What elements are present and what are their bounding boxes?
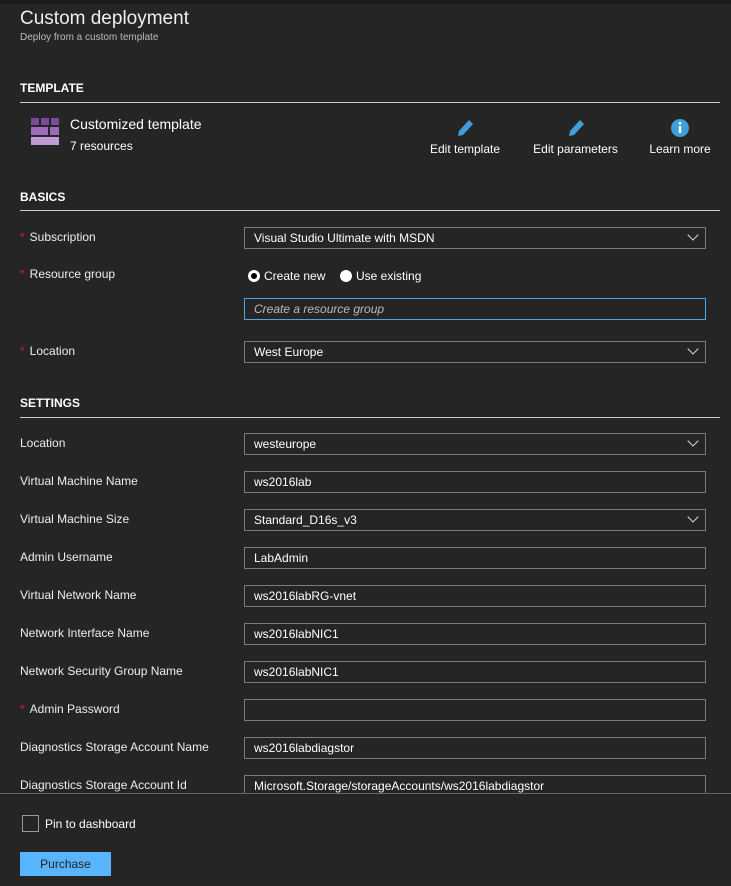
radio-use-existing[interactable]: Use existing [340, 269, 421, 283]
divider [20, 102, 720, 103]
page-subtitle: Deploy from a custom template [20, 32, 159, 43]
radio-create-new[interactable]: Create new [248, 269, 325, 283]
pin-label: Pin to dashboard [45, 817, 136, 831]
edit-parameters-button[interactable]: Edit parameters [528, 117, 623, 156]
learn-more-label: Learn more [649, 142, 711, 156]
template-resources: 7 resources [70, 139, 133, 153]
location-select[interactable]: West Europe [244, 341, 706, 363]
chevron-down-icon [687, 343, 699, 355]
diagnostics-storage-account-name-label: Diagnostics Storage Account Name [20, 740, 209, 754]
chevron-down-icon [687, 229, 699, 241]
diagnostics-storage-account-name-input[interactable]: ws2016labdiagstor [244, 737, 706, 759]
footer-divider [0, 793, 731, 794]
subscription-label: * Subscription [20, 230, 96, 244]
resource-group-label: * Resource group [20, 267, 116, 281]
edit-parameters-label: Edit parameters [533, 142, 618, 156]
radio-selected-icon [248, 270, 260, 282]
divider [20, 417, 720, 418]
divider [20, 210, 720, 211]
pin-checkbox[interactable] [22, 815, 39, 832]
network-security-group-name-input[interactable]: ws2016labNIC1 [244, 661, 706, 683]
edit-template-button[interactable]: Edit template [425, 117, 505, 156]
virtual-network-name-label: Virtual Network Name [20, 588, 137, 602]
pencil-icon [458, 120, 473, 136]
location-label: * Location [20, 344, 76, 358]
admin-username-input[interactable]: LabAdmin [244, 547, 706, 569]
template-icon [31, 118, 59, 145]
location-select[interactable]: westeurope [244, 433, 706, 455]
section-settings: SETTINGS [20, 396, 81, 410]
page-title: Custom deployment [20, 8, 189, 29]
admin-password-label: * Admin Password [20, 702, 120, 716]
chevron-down-icon [687, 511, 699, 523]
info-icon [671, 119, 689, 137]
resource-group-input[interactable]: Create a resource group [244, 298, 706, 320]
pencil-icon [568, 120, 584, 136]
network-interface-name-input[interactable]: ws2016labNIC1 [244, 623, 706, 645]
virtual-machine-name-label: Virtual Machine Name [20, 474, 138, 488]
edit-template-label: Edit template [429, 142, 501, 156]
virtual-network-name-input[interactable]: ws2016labRG-vnet [244, 585, 706, 607]
scroll-area: Custom deployment Deploy from a custom t… [0, 0, 731, 793]
purchase-button[interactable]: Purchase [20, 852, 111, 876]
virtual-machine-size-label: Virtual Machine Size [20, 512, 130, 526]
chevron-down-icon [687, 435, 699, 447]
network-security-group-name-label: Network Security Group Name [20, 664, 183, 678]
subscription-select[interactable]: Visual Studio Ultimate with MSDN [244, 227, 706, 249]
location-label: Location [20, 436, 66, 450]
diagnostics-storage-account-id-label: Diagnostics Storage Account Id [20, 778, 187, 792]
admin-password-input[interactable] [244, 699, 706, 721]
radio-icon [340, 270, 352, 282]
network-interface-name-label: Network Interface Name [20, 626, 150, 640]
virtual-machine-size-select[interactable]: Standard_D16s_v3 [244, 509, 706, 531]
virtual-machine-name-input[interactable]: ws2016lab [244, 471, 706, 493]
template-name: Customized template [70, 116, 202, 132]
section-template: TEMPLATE [20, 81, 84, 95]
section-basics: BASICS [20, 190, 66, 204]
learn-more-button[interactable]: Learn more [645, 117, 715, 156]
diagnostics-storage-account-id-input[interactable]: Microsoft.Storage/storageAccounts/ws2016… [244, 775, 706, 793]
admin-username-label: Admin Username [20, 550, 113, 564]
